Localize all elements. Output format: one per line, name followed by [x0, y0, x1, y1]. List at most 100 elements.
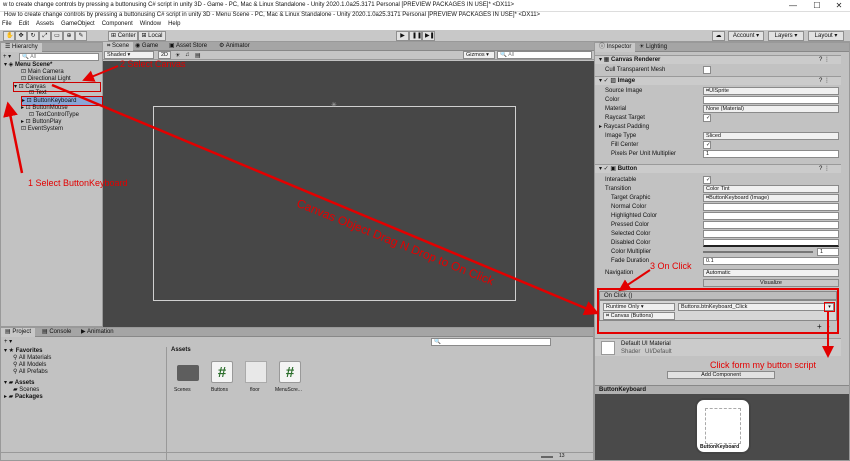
color-field[interactable]	[703, 96, 839, 104]
tab-asset-store[interactable]: ▣ Asset Store	[165, 42, 211, 51]
component-menu-icon[interactable]: ? ⋮	[819, 77, 830, 85]
raycast-padding-text: Raycast Padding	[603, 124, 650, 130]
shader-value[interactable]: UI/Default	[645, 348, 672, 356]
tree-all-prefabs[interactable]: ⚲ All Prefabs	[13, 368, 48, 376]
add-listener-button[interactable]: +	[817, 323, 822, 331]
window-title-bar: w to create change controls by pressing …	[0, 0, 850, 12]
play-button[interactable]: ▶	[396, 31, 409, 41]
target-object-field[interactable]: ⌗ Canvas (Buttons)	[603, 312, 675, 320]
tab-animation[interactable]: ▶ Animation	[77, 328, 118, 337]
raycast-target-checkbox[interactable]: ✓	[703, 114, 711, 122]
scene-search-input[interactable]: 🔍 All	[497, 51, 592, 59]
mode-2d-toggle[interactable]: 2D	[158, 51, 171, 59]
asset-scenes[interactable]	[177, 361, 199, 385]
texture-icon[interactable]	[245, 361, 267, 383]
audio-toggle-icon[interactable]: ♫	[185, 52, 190, 58]
preview-label: ButtonKeyboard	[599, 387, 646, 393]
component-menu-icon[interactable]: ? ⋮	[819, 165, 830, 173]
remove-listener-button[interactable]: -	[827, 323, 830, 331]
tree-item-canvas[interactable]: ▾ ⊡ Canvas	[13, 82, 101, 92]
canvas-renderer-header[interactable]: ▾ ▦ Canvas Renderer ? ⋮	[595, 55, 841, 64]
project-search-input[interactable]: 🔍	[431, 338, 551, 346]
maximize-button[interactable]: ☐	[806, 0, 828, 12]
visualize-button[interactable]: Visualize	[703, 279, 839, 287]
menu-file[interactable]: File	[2, 21, 12, 27]
tab-lighting[interactable]: ☀ Lighting	[635, 43, 671, 52]
function-dropdown[interactable]: Buttons.btnKeyboard_Click	[678, 303, 834, 311]
disabled-color-field[interactable]	[703, 239, 839, 247]
zoom-slider[interactable]	[541, 456, 553, 458]
tab-scene[interactable]: ⌗ Scene	[103, 42, 134, 51]
component-menu-icon[interactable]: ? ⋮	[819, 56, 830, 64]
step-button[interactable]: ▶❚	[422, 31, 435, 41]
scene-view[interactable]: ✳	[103, 61, 594, 327]
rotate-tool-icon[interactable]: ↻	[27, 31, 39, 41]
scale-tool-icon[interactable]: ⤢	[39, 31, 51, 41]
runtime-dropdown[interactable]: Runtime Only ▾	[603, 303, 675, 311]
cloud-icon[interactable]: ☁	[712, 31, 725, 41]
transition-dropdown[interactable]: Color Tint	[703, 185, 839, 193]
pivot-center-button[interactable]: ⊞ Center	[108, 31, 138, 41]
interactable-checkbox[interactable]: ✓	[703, 176, 711, 184]
tree-item-eventsystem[interactable]: ⊡ EventSystem	[21, 125, 63, 133]
pivot-local-button[interactable]: ⊞ Local	[138, 31, 166, 41]
layout-dropdown[interactable]: Layout ▾	[808, 31, 844, 41]
rect-tool-icon[interactable]: ▭	[51, 31, 63, 41]
color-multiplier-field[interactable]: 1	[817, 248, 839, 256]
hierarchy-search-input[interactable]: 🔍 All	[19, 53, 99, 61]
move-tool-icon[interactable]: ✥	[15, 31, 27, 41]
material-field[interactable]: None (Material)	[703, 105, 839, 113]
close-button[interactable]: ✕	[828, 0, 850, 12]
image-header[interactable]: ▾ ✓ ▨ Image ? ⋮	[595, 76, 841, 85]
raycast-padding-label[interactable]: ▸ Raycast Padding	[599, 123, 649, 131]
layers-dropdown[interactable]: Layers ▾	[768, 31, 804, 41]
project-create-icon[interactable]: + ▾	[4, 338, 12, 345]
highlighted-color-field[interactable]	[703, 212, 839, 220]
fill-center-checkbox[interactable]: ✓	[703, 141, 711, 149]
effects-toggle-icon[interactable]: ▤	[195, 52, 201, 59]
project-breadcrumb[interactable]: Assets	[171, 346, 191, 354]
image-type-dropdown[interactable]: Sliced	[703, 132, 839, 140]
gizmos-dropdown[interactable]: Gizmos ▾	[463, 51, 495, 59]
source-image-field[interactable]: ⌗UISprite	[703, 87, 839, 95]
tree-packages[interactable]: ▸ ▰ Packages	[4, 393, 43, 401]
minimize-button[interactable]: —	[782, 0, 804, 12]
hand-tool-icon[interactable]: ✋	[3, 31, 15, 41]
selected-color-field[interactable]	[703, 230, 839, 238]
pressed-color-field[interactable]	[703, 221, 839, 229]
pause-button[interactable]: ❚❚	[409, 31, 422, 41]
menu-assets[interactable]: Assets	[36, 21, 54, 27]
transform-tool-icon[interactable]: ⊕	[63, 31, 75, 41]
tab-project[interactable]: ▤ Project	[1, 328, 36, 337]
tab-hierarchy[interactable]: ☰ Hierarchy	[1, 43, 42, 52]
tab-animator[interactable]: ⚙ Animator	[215, 42, 254, 51]
canvas-renderer-label: Canvas Renderer	[611, 57, 661, 63]
csharp-icon[interactable]: #	[279, 361, 301, 383]
button-header[interactable]: ▾ ✓ ▣ Button ? ⋮	[595, 164, 841, 173]
cull-mesh-checkbox[interactable]	[703, 66, 711, 74]
menu-gameobject[interactable]: GameObject	[61, 21, 95, 27]
csharp-icon[interactable]: #	[211, 361, 233, 383]
custom-tool-icon[interactable]: ✎	[75, 31, 87, 41]
fade-duration-field[interactable]: 0.1	[703, 257, 839, 265]
ppu-multiplier-field[interactable]: 1	[703, 150, 839, 158]
normal-color-field[interactable]	[703, 203, 839, 211]
menu-help[interactable]: Help	[168, 21, 180, 27]
lighting-toggle-icon[interactable]: ☀	[175, 52, 180, 59]
target-graphic-label: Target Graphic	[611, 195, 651, 201]
account-dropdown[interactable]: Account ▾	[728, 31, 764, 41]
menu-edit[interactable]: Edit	[19, 21, 29, 27]
navigation-dropdown[interactable]: Automatic	[703, 269, 839, 277]
tab-console[interactable]: ▤ Console	[38, 328, 75, 337]
chevron-down-icon[interactable]: ▾	[824, 302, 835, 312]
add-component-button[interactable]: Add Component	[667, 371, 775, 379]
tab-game[interactable]: ◉ Game	[131, 42, 162, 51]
create-plus-icon[interactable]: + ▾	[3, 53, 11, 60]
target-graphic-field[interactable]: ⌗ButtonKeyboard (Image)	[703, 194, 839, 202]
shading-dropdown[interactable]: Shaded ▾	[104, 51, 154, 59]
menu-window[interactable]: Window	[140, 21, 161, 27]
color-multiplier-slider[interactable]	[703, 251, 813, 253]
tab-inspector[interactable]: ⓘ Inspector	[595, 43, 636, 52]
menu-component[interactable]: Component	[102, 21, 133, 27]
folder-icon	[177, 365, 199, 381]
